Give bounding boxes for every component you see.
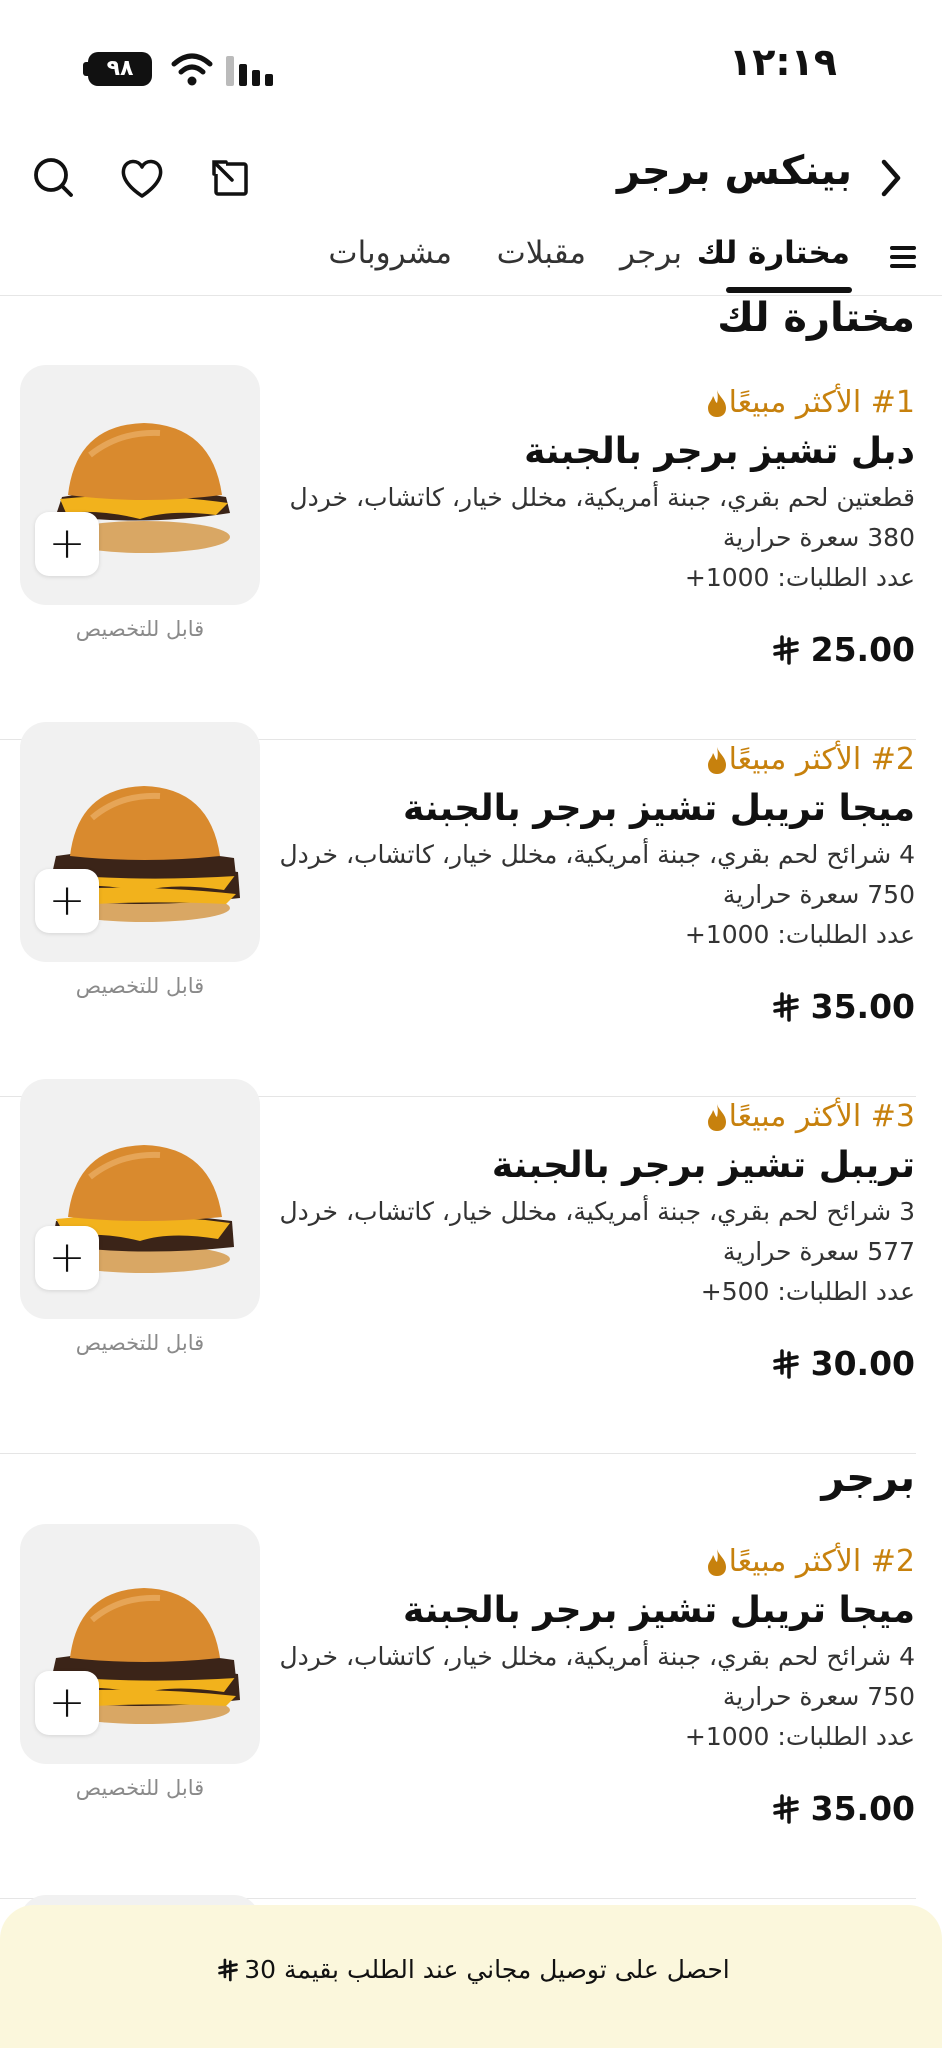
wifi-icon (171, 53, 213, 86)
item-description: 4 شرائح لحم بقري، جبنة أمريكية، مخلل خيا… (279, 1642, 915, 1671)
search-icon (34, 158, 73, 197)
section-title-featured: مختارة لك (717, 295, 915, 341)
status-bar: ١٢:١٩ ٩٨ (0, 0, 942, 130)
item-orders: عدد الطلبات: 1000+ (684, 563, 915, 592)
riyal-icon (218, 1958, 239, 1981)
item-price: 25.00 (772, 630, 915, 669)
promo-message: احصل على توصيل مجاني عند الطلب بقيمة 30 (244, 1955, 730, 1984)
add-to-cart-button[interactable]: + (35, 869, 99, 933)
store-title: بينكس برجر (616, 148, 852, 194)
tab-burger[interactable]: برجر (620, 235, 682, 271)
add-to-cart-button[interactable]: + (35, 1671, 99, 1735)
battery-icon: ٩٨ (88, 52, 152, 86)
bestseller-badge: #2 الأكثر مبيعًا (695, 1544, 915, 1579)
item-calories: 380 سعرة حرارية (722, 523, 915, 552)
plus-icon: + (48, 1677, 86, 1728)
bestseller-badge: #2 الأكثر مبيعًا (695, 742, 915, 777)
item-price-value: 25.00 (810, 630, 915, 669)
badge-label: #3 الأكثر مبيعًا (728, 1099, 915, 1134)
riyal-icon (772, 991, 799, 1022)
customizable-label: قابل للتخصيص (75, 974, 205, 998)
heart-icon (121, 159, 163, 198)
riyal-icon (772, 1348, 799, 1379)
plus-icon: + (48, 518, 86, 569)
add-to-cart-button[interactable]: + (35, 1226, 99, 1290)
item-price-value: 30.00 (810, 1344, 915, 1383)
menu-icon[interactable] (884, 237, 924, 277)
divider (0, 1452, 916, 1454)
item-price-value: 35.00 (810, 1789, 915, 1828)
share-button[interactable] (200, 148, 260, 208)
item-name: تريبل تشيز برجر بالجبنة (491, 1145, 915, 1186)
flame-icon (707, 1548, 726, 1576)
item-price: 30.00 (772, 1344, 915, 1383)
customizable-label: قابل للتخصيص (75, 617, 205, 641)
store-header: بينكس برجر (0, 130, 942, 230)
tab-featured[interactable]: مختارة لك (697, 235, 850, 271)
item-orders: عدد الطلبات: 500+ (700, 1277, 915, 1306)
item-description: 4 شرائح لحم بقري، جبنة أمريكية، مخلل خيا… (279, 840, 915, 869)
item-calories: 750 سعرة حرارية (722, 880, 915, 909)
flame-icon (707, 389, 726, 417)
item-orders: عدد الطلبات: 1000+ (684, 920, 915, 949)
plus-icon: + (48, 1232, 86, 1283)
chevron-right-icon[interactable] (866, 148, 916, 208)
add-to-cart-button[interactable]: + (35, 512, 99, 576)
share-icon (212, 160, 248, 196)
active-tab-indicator (726, 287, 852, 293)
signal-icon (226, 56, 273, 86)
bestseller-badge: #1 الأكثر مبيعًا (695, 385, 915, 420)
menu-item-card[interactable]: #3 الأكثر مبيعًا تريبل تشيز برجر بالجبنة… (0, 1079, 942, 1454)
badge-label: #2 الأكثر مبيعًا (728, 1544, 915, 1579)
flame-icon (707, 746, 726, 774)
customizable-label: قابل للتخصيص (75, 1776, 205, 1800)
riyal-icon (772, 634, 799, 665)
badge-label: #1 الأكثر مبيعًا (728, 385, 915, 420)
badge-label: #2 الأكثر مبيعًا (728, 742, 915, 777)
menu-item-card[interactable]: #1 الأكثر مبيعًا دبل تشيز برجر بالجبنة ق… (0, 365, 942, 740)
item-calories: 577 سعرة حرارية (722, 1237, 915, 1266)
tab-appetizers[interactable]: مقبلات (497, 235, 586, 271)
tab-drinks[interactable]: مشروبات (328, 235, 452, 271)
riyal-icon (772, 1793, 799, 1824)
item-name: ميجا تريبل تشيز برجر بالجبنة (402, 1590, 915, 1631)
category-tabs: مختارة لك برجر مقبلات مشروبات (0, 225, 942, 296)
status-time: ١٢:١٩ (729, 40, 837, 84)
item-name: ميجا تريبل تشيز برجر بالجبنة (402, 788, 915, 829)
item-price-value: 35.00 (810, 987, 915, 1026)
plus-icon: + (48, 875, 86, 926)
favorite-button[interactable] (112, 148, 172, 208)
menu-item-card[interactable]: #2 الأكثر مبيعًا ميجا تريبل تشيز برجر با… (0, 722, 942, 1097)
flame-icon (707, 1103, 726, 1131)
item-orders: عدد الطلبات: 1000+ (684, 1722, 915, 1751)
search-button[interactable] (24, 148, 84, 208)
item-price: 35.00 (772, 987, 915, 1026)
section-title-burger: برجر (821, 1455, 915, 1501)
customizable-label: قابل للتخصيص (75, 1331, 205, 1355)
item-calories: 750 سعرة حرارية (722, 1682, 915, 1711)
item-price: 35.00 (772, 1789, 915, 1828)
promo-text: احصل على توصيل مجاني عند الطلب بقيمة 30 (0, 1955, 942, 1984)
menu-item-card[interactable]: #2 الأكثر مبيعًا ميجا تريبل تشيز برجر با… (0, 1524, 942, 1899)
free-delivery-banner[interactable]: احصل على توصيل مجاني عند الطلب بقيمة 30 (0, 1905, 942, 2048)
item-name: دبل تشيز برجر بالجبنة (524, 431, 915, 472)
item-description: قطعتين لحم بقري، جبنة أمريكية، مخلل خيار… (289, 483, 915, 512)
item-description: 3 شرائح لحم بقري، جبنة أمريكية، مخلل خيا… (279, 1197, 915, 1226)
bestseller-badge: #3 الأكثر مبيعًا (695, 1099, 915, 1134)
